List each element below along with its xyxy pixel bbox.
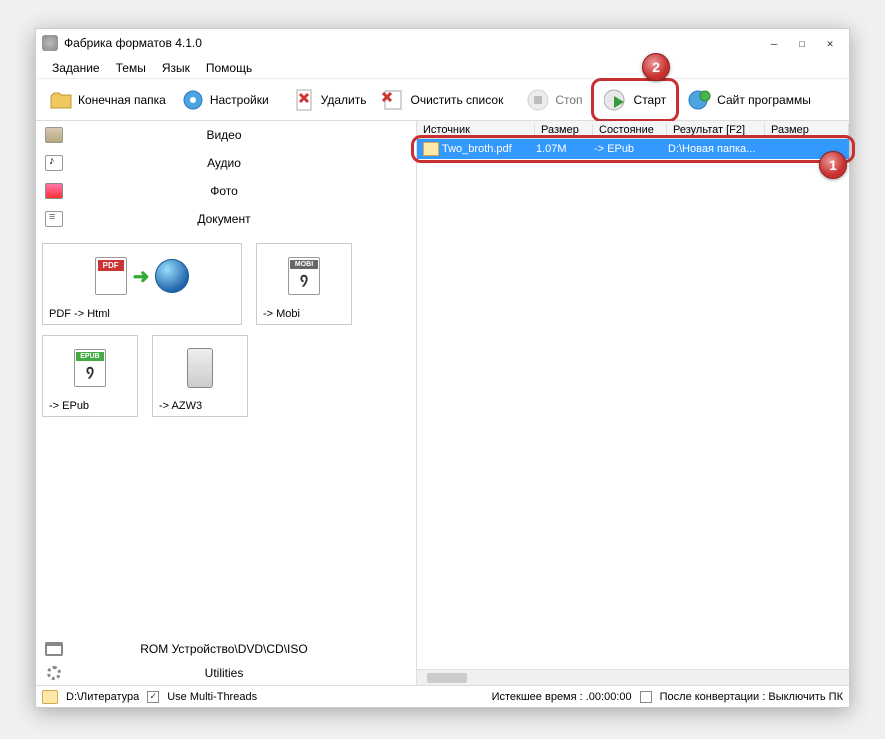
start-button-highlight: 2 Старт: [591, 78, 680, 122]
menu-themes[interactable]: Темы: [110, 59, 152, 77]
file-icon: [423, 142, 439, 156]
scrollbar-thumb[interactable]: [427, 673, 467, 683]
main-body: Видео Аудио Фото Документ: [36, 121, 849, 685]
clear-icon: [380, 87, 406, 113]
conversion-epub-label: -> EPub: [47, 396, 89, 412]
after-conversion-checkbox[interactable]: [640, 691, 652, 703]
menu-help[interactable]: Помощь: [200, 59, 258, 77]
file-row[interactable]: Two_broth.pdf 1.07M -> EPub D:\Новая пап…: [417, 139, 849, 159]
category-photo[interactable]: Фото: [36, 177, 416, 205]
menu-bar: Задание Темы Язык Помощь: [36, 57, 849, 79]
menu-language[interactable]: Язык: [156, 59, 196, 77]
pdf-file-icon: [95, 257, 127, 295]
file-result: D:\Новая папка...: [668, 143, 766, 155]
mobi-file-icon: ᠀: [288, 257, 320, 295]
ereader-icon: [187, 348, 213, 388]
category-utilities[interactable]: Utilities: [36, 661, 416, 685]
maximize-button[interactable]: ☐: [789, 33, 815, 53]
epub-file-icon: ᠀: [74, 349, 106, 387]
app-window: Фабрика форматов 4.1.0 — ☐ ✕ Задание Тем…: [35, 28, 850, 708]
conversion-azw3[interactable]: -> AZW3: [152, 335, 248, 417]
close-button[interactable]: ✕: [817, 33, 843, 53]
site-button[interactable]: Сайт программы: [681, 83, 817, 117]
document-icon: [45, 211, 63, 227]
clear-list-button[interactable]: Очистить список: [374, 83, 509, 117]
file-list-header: Источник Размер Состояние Результат [F2]…: [417, 121, 849, 139]
start-icon: [604, 87, 630, 113]
start-button[interactable]: Старт: [598, 83, 673, 117]
column-state[interactable]: Состояние: [593, 124, 667, 136]
category-rom[interactable]: ROM Устройство\DVD\CD\ISO: [36, 637, 416, 661]
horizontal-scrollbar[interactable]: [417, 669, 849, 685]
conversion-epub[interactable]: ᠀ -> EPub: [42, 335, 138, 417]
video-icon: [45, 127, 63, 143]
conversion-mobi[interactable]: ᠀ -> Mobi: [256, 243, 352, 325]
column-size[interactable]: Размер: [535, 124, 593, 136]
conversion-grid: ➜ PDF -> Html ᠀ -> Mobi ᠀ -> EPub: [36, 233, 416, 427]
window-title: Фабрика форматов 4.1.0: [64, 36, 761, 50]
file-list-panel: Источник Размер Состояние Результат [F2]…: [416, 121, 849, 685]
folder-icon: [48, 87, 74, 113]
after-conversion-label: После конвертации : Выключить ПК: [660, 691, 843, 703]
callout-1: 1: [819, 151, 847, 179]
file-row-wrapper: 1 Two_broth.pdf 1.07M -> EPub D:\Новая п…: [417, 139, 849, 159]
menu-task[interactable]: Задание: [46, 59, 106, 77]
conversion-azw3-label: -> AZW3: [157, 396, 202, 412]
callout-2: 2: [642, 53, 670, 81]
file-name: Two_broth.pdf: [442, 143, 536, 155]
bottom-categories: ROM Устройство\DVD\CD\ISO Utilities: [36, 637, 416, 685]
folder-icon: [42, 690, 58, 704]
globe-icon: [687, 87, 713, 113]
multithreads-checkbox[interactable]: [147, 691, 159, 703]
column-size2[interactable]: Размер: [765, 124, 849, 136]
category-audio[interactable]: Аудио: [36, 149, 416, 177]
window-controls: — ☐ ✕: [761, 33, 843, 53]
photo-icon: [45, 183, 63, 199]
output-folder-label: Конечная папка: [78, 93, 166, 107]
minimize-button[interactable]: —: [761, 33, 787, 53]
output-folder-button[interactable]: Конечная папка: [42, 83, 172, 117]
category-document[interactable]: Документ: [36, 205, 416, 233]
settings-label: Настройки: [210, 93, 269, 107]
left-panel: Видео Аудио Фото Документ: [36, 121, 416, 685]
conversion-pdf-to-html[interactable]: ➜ PDF -> Html: [42, 243, 242, 325]
app-icon: [42, 35, 58, 51]
file-size: 1.07M: [536, 143, 594, 155]
output-path: D:\Литература: [66, 691, 139, 703]
utilities-icon: [47, 666, 61, 680]
site-label: Сайт программы: [717, 93, 811, 107]
rom-drive-icon: [45, 642, 63, 656]
category-video[interactable]: Видео: [36, 121, 416, 149]
category-audio-label: Аудио: [72, 156, 416, 170]
column-result[interactable]: Результат [F2]: [667, 124, 765, 136]
clear-label: Очистить список: [410, 93, 503, 107]
category-utilities-label: Utilities: [72, 666, 416, 680]
arrow-right-icon: ➜: [133, 264, 150, 289]
category-rom-label: ROM Устройство\DVD\CD\ISO: [72, 642, 416, 656]
titlebar: Фабрика форматов 4.1.0 — ☐ ✕: [36, 29, 849, 57]
audio-icon: [45, 155, 63, 171]
conversion-mobi-label: -> Mobi: [261, 304, 300, 320]
stop-icon: [525, 87, 551, 113]
multithreads-label: Use Multi-Threads: [167, 691, 257, 703]
category-list: Видео Аудио Фото Документ: [36, 121, 416, 233]
settings-button[interactable]: Настройки: [174, 83, 275, 117]
html-globe-icon: [155, 259, 189, 293]
status-bar: D:\Литература Use Multi-Threads Истекшее…: [36, 685, 849, 707]
delete-icon: [291, 87, 317, 113]
gear-icon: [180, 87, 206, 113]
stop-button[interactable]: Стоп: [519, 83, 588, 117]
category-document-label: Документ: [72, 212, 416, 226]
delete-button[interactable]: Удалить: [285, 83, 373, 117]
elapsed-time: Истекшее время : .00:00:00: [492, 691, 632, 703]
delete-label: Удалить: [321, 93, 367, 107]
file-state: -> EPub: [594, 143, 668, 155]
column-source[interactable]: Источник: [417, 124, 535, 136]
stop-label: Стоп: [555, 93, 582, 107]
category-video-label: Видео: [72, 128, 416, 142]
start-label: Старт: [634, 93, 667, 107]
conversion-pdf-html-label: PDF -> Html: [47, 304, 110, 320]
toolbar: Конечная папка Настройки Удалить Очистит…: [36, 79, 849, 121]
category-photo-label: Фото: [72, 184, 416, 198]
